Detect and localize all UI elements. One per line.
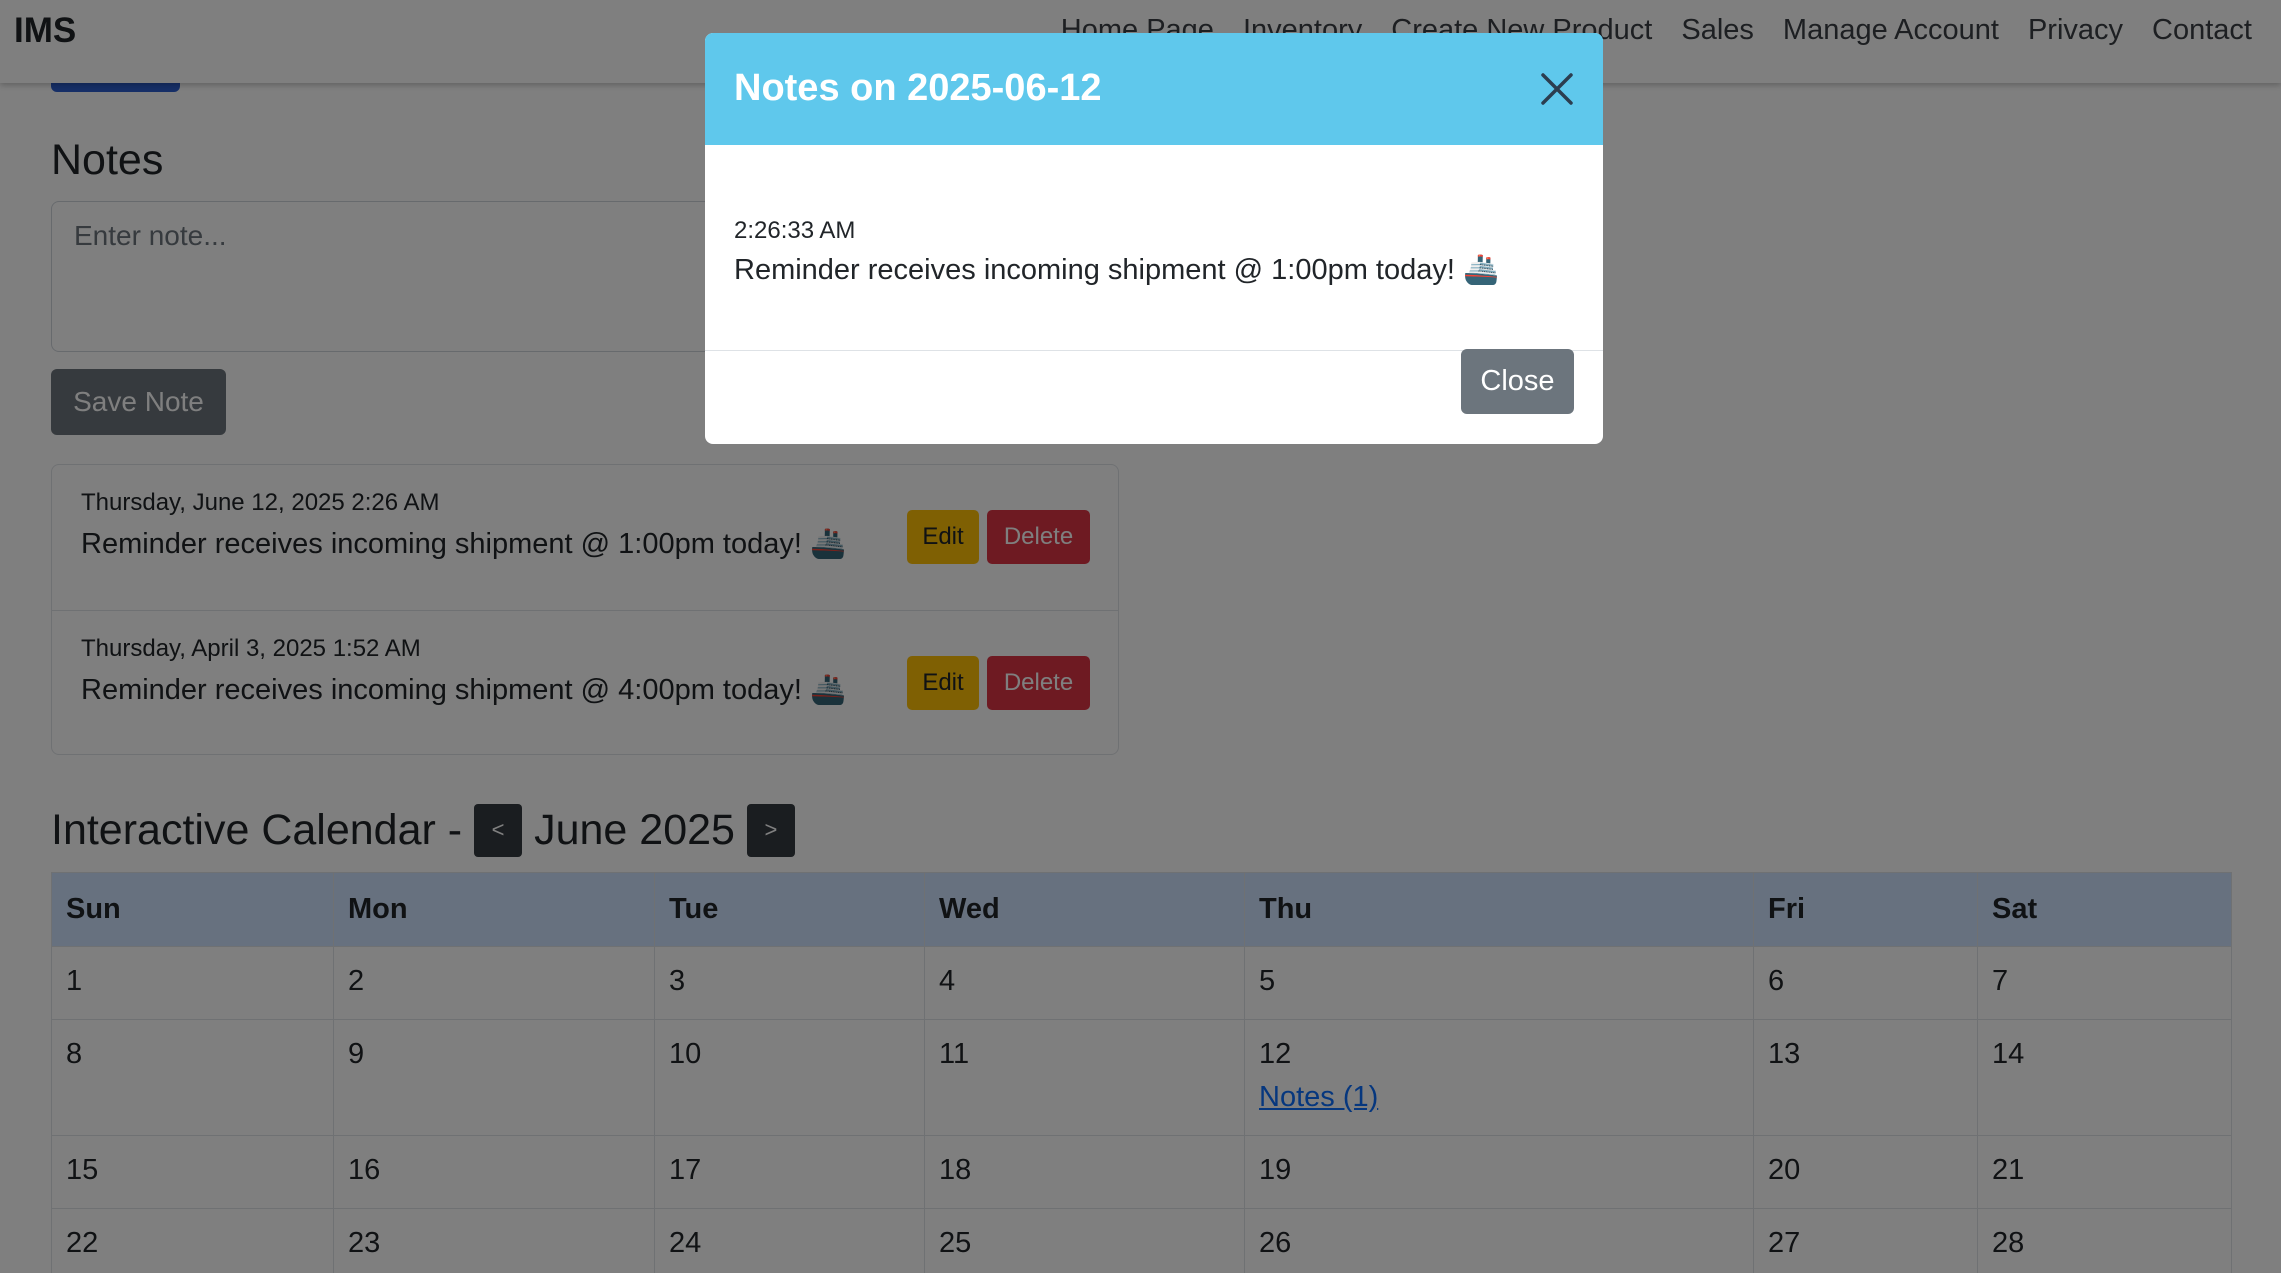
modal-title: Notes on 2025-06-12: [734, 67, 1102, 109]
modal-note-time: 2:26:33 AM: [734, 217, 856, 244]
modal-body: 2:26:33 AM Reminder receives incoming sh…: [705, 145, 1603, 351]
notes-modal: Notes on 2025-06-12 2:26:33 AM Reminder …: [705, 33, 1603, 444]
modal-note-text: Reminder receives incoming shipment @ 1:…: [734, 254, 1500, 286]
modal-header: Notes on 2025-06-12: [705, 33, 1603, 145]
modal-close-button[interactable]: Close: [1461, 349, 1574, 414]
close-icon[interactable]: [1539, 71, 1575, 107]
